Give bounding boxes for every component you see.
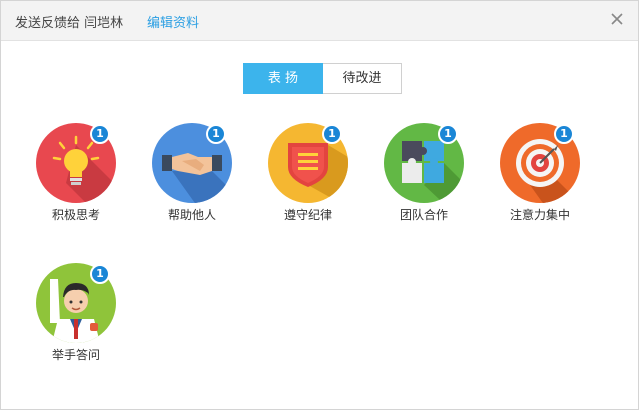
feedback-type-tabs: 表 扬 待改进 (243, 63, 402, 94)
badge-think-actively[interactable]: 1 积极思考 (31, 123, 121, 233)
badge-count: 1 (554, 124, 574, 144)
badge-count: 1 (438, 124, 458, 144)
badge-obey-discipline[interactable]: 1 遵守纪律 (263, 123, 353, 233)
badge-help-others[interactable]: 1 帮助他人 (147, 123, 237, 233)
badge-focus[interactable]: 1 注意力集中 (495, 123, 585, 233)
badge-label: 遵守纪律 (283, 208, 332, 222)
badge-raise-hand[interactable]: 1 举手答问 (31, 263, 121, 373)
badge-label: 注意力集中 (509, 208, 570, 222)
close-icon[interactable] (608, 10, 626, 28)
badge-teamwork[interactable]: 1 团队合作 (379, 123, 469, 233)
badge-count: 1 (322, 124, 342, 144)
badge-count: 1 (90, 264, 110, 284)
badge-count: 1 (90, 124, 110, 144)
badge-count: 1 (206, 124, 226, 144)
badge-label: 积极思考 (51, 208, 100, 222)
badge-label: 团队合作 (399, 208, 448, 222)
badge-label: 举手答问 (51, 348, 100, 362)
edit-profile-link[interactable]: 编辑资料 (147, 12, 199, 31)
tab-praise[interactable]: 表 扬 (243, 63, 323, 94)
dialog-title: 发送反馈给 闫垲林 (15, 16, 124, 31)
badge-label: 帮助他人 (167, 208, 216, 222)
tab-needs-improvement[interactable]: 待改进 (323, 63, 402, 94)
dialog-header: 发送反馈给 闫垲林 编辑资料 (1, 1, 638, 41)
feedback-dialog: 发送反馈给 闫垲林 编辑资料 表 扬 待改进 1 积极思考 1 帮助他人 1 遵… (0, 0, 639, 410)
